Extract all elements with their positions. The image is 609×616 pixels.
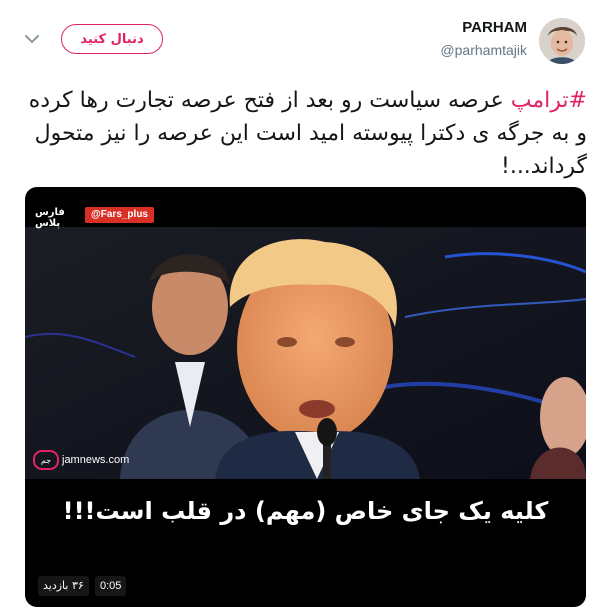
hashtag-link[interactable]: #ترامپ bbox=[511, 88, 587, 113]
tweet-header: PARHAM @parhamtajik دنبال کنید bbox=[0, 0, 609, 80]
author-handle[interactable]: @parhamtajik bbox=[440, 42, 527, 58]
chevron-down-icon[interactable] bbox=[22, 31, 42, 47]
follow-button[interactable]: دنبال کنید bbox=[61, 24, 163, 54]
channel-logo: فارس پلاس bbox=[35, 207, 66, 229]
avatar-photo bbox=[539, 18, 585, 64]
tweet-body: عرصه سیاست رو بعد از فتح عرصه تجارت رها … bbox=[28, 88, 587, 179]
caption-bar: کلیه یک جای خاص (مهم) در قلب است!!! bbox=[25, 479, 586, 551]
watermark: جم jamnews.com bbox=[33, 449, 129, 471]
view-count: ۳۶ بازدید bbox=[38, 576, 89, 596]
source-badge: @Fars_plus bbox=[85, 207, 154, 223]
tweet-text: #ترامپ عرصه سیاست رو بعد از فتح عرصه تجا… bbox=[27, 84, 587, 183]
avatar[interactable] bbox=[539, 18, 585, 64]
video-player[interactable]: فارس پلاس @Fars_plus جم jamnews.com کلیه… bbox=[25, 187, 586, 607]
author-name[interactable]: PARHAM bbox=[462, 19, 527, 36]
video-caption: کلیه یک جای خاص (مهم) در قلب است!!! bbox=[62, 497, 549, 525]
watermark-logo-icon: جم bbox=[33, 450, 59, 470]
watermark-text: jamnews.com bbox=[62, 454, 130, 466]
video-duration: 0:05 bbox=[95, 576, 127, 596]
